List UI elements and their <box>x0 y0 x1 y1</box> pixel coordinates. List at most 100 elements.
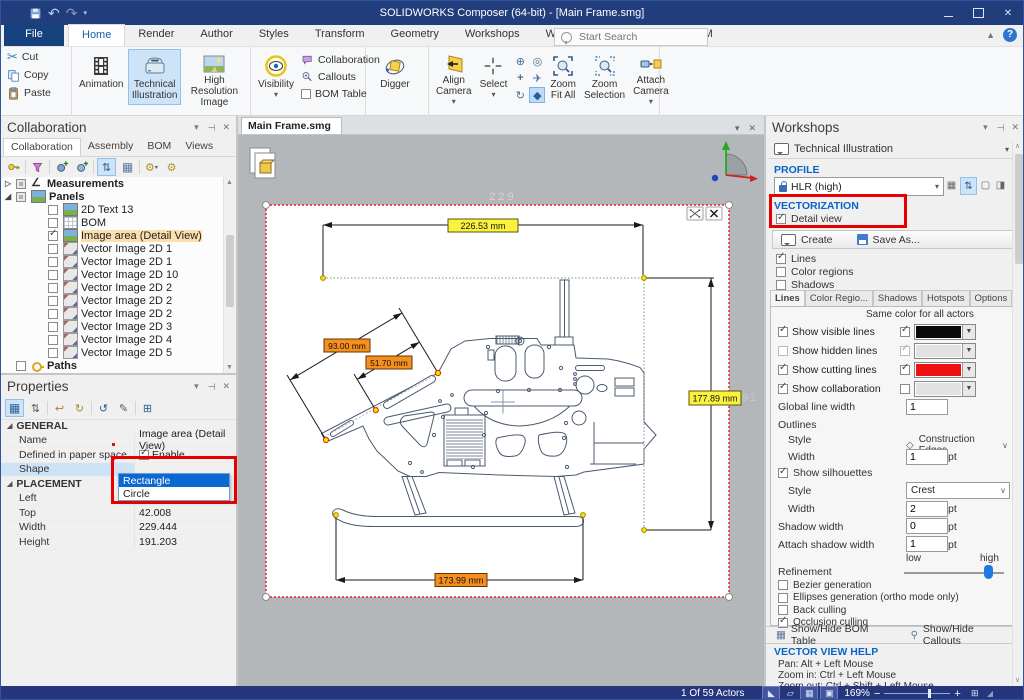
history-icon[interactable]: ↺ <box>95 400 112 416</box>
create-button[interactable]: Create <box>781 234 833 246</box>
ribbon-tab[interactable]: Transform <box>302 24 378 46</box>
show-hide-bom-table-button[interactable]: Show/Hide BOM Table <box>766 623 895 647</box>
shape-option[interactable]: Rectangle <box>119 474 229 487</box>
tree-item[interactable]: Paths <box>1 359 224 372</box>
sort-properties-icon[interactable] <box>27 400 44 416</box>
line-row-checkbox[interactable] <box>778 346 788 356</box>
ribbon-tab[interactable]: Workshops <box>452 24 533 46</box>
help-icon[interactable]: ? <box>1003 28 1017 42</box>
walk-camera-icon[interactable]: ◆ <box>529 87 545 103</box>
silhouette-style-dropdown[interactable]: Crest <box>906 482 1010 499</box>
filter-icon[interactable] <box>29 159 46 175</box>
digger-button[interactable]: Digger <box>370 49 420 105</box>
color-swatch-dropdown[interactable]: ▼ <box>914 381 976 397</box>
tree-item-checkbox[interactable] <box>16 179 26 189</box>
scroll-up-icon[interactable] <box>1015 142 1020 150</box>
resize-grip[interactable]: ◢ <box>987 689 993 698</box>
visibility-button[interactable]: Visibility <box>255 49 297 105</box>
collaboration-tab[interactable]: Assembly <box>81 138 141 156</box>
views-stack-icon[interactable] <box>250 148 275 178</box>
same-color-checkbox[interactable] <box>900 346 910 356</box>
profile-dropdown[interactable]: HLR (high) <box>774 177 944 196</box>
panel-close-icon[interactable] <box>1011 122 1019 133</box>
doc-tab-menu-icon[interactable] <box>735 123 740 134</box>
panel-close-icon[interactable] <box>222 381 230 392</box>
zoom-slider[interactable] <box>884 693 950 694</box>
line-row-checkbox[interactable] <box>778 365 788 375</box>
panel-menu-icon[interactable] <box>194 122 199 133</box>
vectorization-toggle[interactable]: Lines <box>776 252 853 265</box>
fly-camera-icon[interactable] <box>529 70 545 86</box>
eraser-tool-icon[interactable]: ▱ <box>782 687 798 700</box>
pin-icon[interactable] <box>996 122 1004 133</box>
select-button[interactable]: Select <box>477 49 511 105</box>
doc-close-icon[interactable] <box>748 123 756 134</box>
tree-item[interactable]: 2D Text 13 <box>1 203 224 216</box>
minimize-button[interactable] <box>933 1 963 25</box>
scroll-up-icon[interactable] <box>226 179 233 186</box>
shape-option[interactable]: Circle <box>119 487 229 500</box>
tree-item[interactable]: Image area (Detail View) <box>1 229 224 242</box>
gear-icon[interactable] <box>163 159 180 175</box>
show-hide-callouts-button[interactable]: ⚲Show/Hide Callouts <box>911 623 1013 647</box>
vectorization-tab[interactable]: Options <box>970 290 1013 306</box>
property-height[interactable]: Height191.203 <box>1 535 236 550</box>
tree-item-checkbox[interactable] <box>48 244 58 254</box>
line-row-checkbox[interactable] <box>778 384 788 394</box>
drawing-canvas[interactable]: 229 191 <box>238 134 764 686</box>
tree-item[interactable]: BOM <box>1 216 224 229</box>
bom-table-checkbox[interactable] <box>301 89 311 99</box>
same-color-checkbox[interactable] <box>900 327 910 337</box>
profile-manage-icon[interactable] <box>944 177 959 193</box>
ribbon-tab[interactable]: File <box>4 24 64 46</box>
refinement-slider-handle[interactable] <box>984 565 993 579</box>
tree-item[interactable]: Vector Image 2D 10 <box>1 268 224 281</box>
zoom-selection-button[interactable]: Zoom Selection <box>581 49 628 105</box>
measurement-tool-icon[interactable]: ◣ <box>762 686 780 700</box>
tree-item-checkbox[interactable] <box>16 192 26 202</box>
profile-sort-icon[interactable] <box>960 177 977 195</box>
zoom-fit-all-button[interactable]: Zoom Fit All <box>547 49 579 105</box>
color-swatch-dropdown[interactable]: ▼ <box>914 324 976 340</box>
panel-menu-icon[interactable] <box>983 122 988 133</box>
tree-item-checkbox[interactable] <box>48 348 58 358</box>
technical-illustration-button[interactable]: Technical Illustration <box>128 49 180 105</box>
grid-toggle-icon[interactable]: ▦ <box>800 686 818 700</box>
save-as-button[interactable]: Save As... <box>857 234 920 246</box>
collapse-ribbon-icon[interactable] <box>986 30 995 40</box>
edit-icon[interactable] <box>115 400 132 416</box>
close-button[interactable] <box>993 1 1023 25</box>
collaboration-tab[interactable]: Views <box>178 138 220 156</box>
attach-shadow-width-input[interactable] <box>906 536 948 552</box>
property-top[interactable]: Top42.008 <box>1 506 236 521</box>
high-resolution-image-button[interactable]: High Resolution Image <box>183 49 246 105</box>
document-tab[interactable]: Main Frame.smg <box>241 117 342 134</box>
rotate-camera-icon[interactable] <box>512 87 528 103</box>
tree-item-checkbox[interactable] <box>48 335 58 345</box>
add-property-icon[interactable]: ⊞ <box>139 400 156 416</box>
detail-view-toggle[interactable]: Detail view <box>776 213 842 225</box>
pin-icon[interactable] <box>207 122 215 133</box>
collaboration-tab[interactable]: BOM <box>140 138 178 156</box>
zoom-out-icon[interactable]: − <box>874 688 880 700</box>
vectorization-toggle[interactable]: Color regions <box>776 265 853 278</box>
scrollbar-thumb[interactable] <box>226 235 234 307</box>
pin-icon[interactable] <box>207 381 215 392</box>
ribbon-tab[interactable]: Styles <box>246 24 302 46</box>
ribbon-tab[interactable]: Author <box>187 24 245 46</box>
tree-item[interactable]: Vector Image 2D 1 <box>1 255 224 268</box>
tree-item[interactable]: Vector Image 2D 2 <box>1 281 224 294</box>
tree-item-checkbox[interactable] <box>48 257 58 267</box>
tree-item-checkbox[interactable] <box>48 270 58 280</box>
enable-checkbox[interactable] <box>139 450 149 460</box>
global-line-width-input[interactable] <box>906 399 948 415</box>
save-icon[interactable] <box>29 7 42 20</box>
tree-item-checkbox[interactable] <box>48 322 58 332</box>
tree-item[interactable]: Vector Image 2D 5 <box>1 346 224 359</box>
back-page-icon[interactable]: ↩ <box>51 400 68 416</box>
refresh-icon[interactable] <box>71 400 88 416</box>
tree-item[interactable]: Vector Image 2D 4 <box>1 333 224 346</box>
workshops-scrollbar[interactable] <box>1012 140 1024 686</box>
tree-item-checkbox[interactable] <box>48 218 58 228</box>
vectorization-tab[interactable]: Lines <box>770 290 805 306</box>
